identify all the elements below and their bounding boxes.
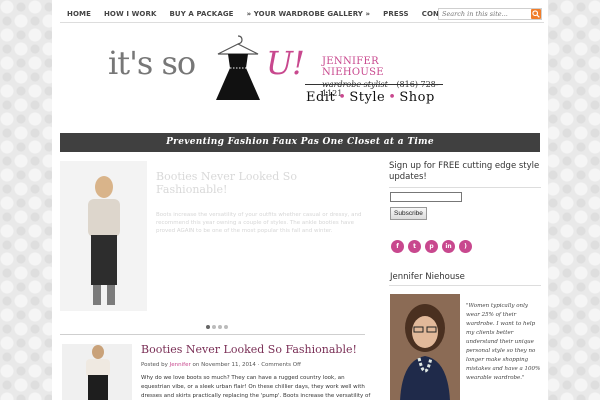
sidebar-divider — [389, 187, 541, 188]
post-thumbnail[interactable] — [62, 344, 132, 400]
logo-text: it's so — [108, 44, 196, 82]
meta-date: on November 11, 2014 · — [192, 362, 260, 368]
subscribe-button[interactable]: Subscribe — [390, 207, 427, 220]
signup-heading: Sign up for FREE cutting edge style upda… — [389, 161, 540, 182]
linkedin-icon[interactable]: in — [442, 240, 455, 253]
tagline-shop: Shop — [399, 90, 435, 105]
sidebar: Sign up for FREE cutting edge style upda… — [389, 161, 541, 400]
slider-dot[interactable] — [212, 325, 216, 329]
sidebar-divider — [389, 285, 541, 286]
tagline-divider — [305, 84, 443, 85]
post-title[interactable]: Booties Never Looked So Fashionable! — [141, 343, 371, 356]
twitter-icon[interactable]: t — [408, 240, 421, 253]
comments-status: Comments Off — [261, 362, 301, 368]
bio-heading: Jennifer Niehouse — [390, 272, 465, 282]
slider-dot[interactable] — [224, 325, 228, 329]
nav-home[interactable]: HOME — [67, 10, 91, 18]
tagline-separator: • — [388, 90, 397, 105]
bio-photo — [390, 294, 460, 400]
nav-wardrobe-gallery[interactable]: » YOUR WARDROBE GALLERY » — [247, 10, 371, 18]
nav-press[interactable]: PRESS — [383, 10, 409, 18]
top-nav: HOME HOW I WORK BUY A PACKAGE » YOUR WAR… — [60, 5, 544, 23]
header-tagline: Edit • Style • Shop — [306, 90, 456, 105]
nav-how-i-work[interactable]: HOW I WORK — [104, 10, 157, 18]
email-field[interactable] — [390, 192, 462, 202]
tagline-separator: • — [338, 90, 347, 105]
featured-image[interactable] — [60, 161, 147, 311]
social-links: f t p in ) — [391, 240, 472, 253]
tagline-edit: Edit — [306, 90, 336, 105]
featured-slider: Booties Never Looked So Fashionable! Boo… — [60, 161, 363, 331]
content-divider — [60, 334, 365, 335]
page-container: HOME HOW I WORK BUY A PACKAGE » YOUR WAR… — [52, 0, 548, 400]
featured-excerpt: Boots increase the versatility of your o… — [156, 212, 362, 234]
bio-quote: "Women typically only wear 25% of their … — [466, 303, 541, 381]
rss-icon[interactable]: ) — [459, 240, 472, 253]
post-excerpt: Why do we love boots so much? They can h… — [141, 375, 371, 399]
author-link[interactable]: Jennifer — [170, 362, 191, 368]
dress-hanger-icon — [216, 35, 260, 100]
stylist-name: JENNIFER NIEHOUSE — [322, 56, 384, 78]
blog-post: Booties Never Looked So Fashionable! Pos… — [60, 342, 370, 400]
search-input[interactable] — [438, 8, 542, 20]
pinterest-icon[interactable]: p — [425, 240, 438, 253]
post-meta: Posted by Jennifer on November 11, 2014 … — [141, 362, 371, 368]
slider-dot[interactable] — [206, 325, 210, 329]
slider-pagination — [206, 325, 228, 329]
tagline-style: Style — [349, 90, 386, 105]
slider-dot[interactable] — [218, 325, 222, 329]
nav-buy-a-package[interactable]: BUY A PACKAGE — [169, 10, 233, 18]
search-icon[interactable] — [531, 9, 541, 19]
facebook-icon[interactable]: f — [391, 240, 404, 253]
site-logo[interactable]: it's so U! — [108, 30, 308, 100]
featured-title[interactable]: Booties Never Looked So Fashionable! — [156, 170, 336, 196]
logo-text-u: U! — [266, 44, 305, 82]
slogan-banner: Preventing Fashion Faux Pas One Closet a… — [60, 133, 540, 152]
meta-prefix: Posted by — [141, 362, 168, 368]
